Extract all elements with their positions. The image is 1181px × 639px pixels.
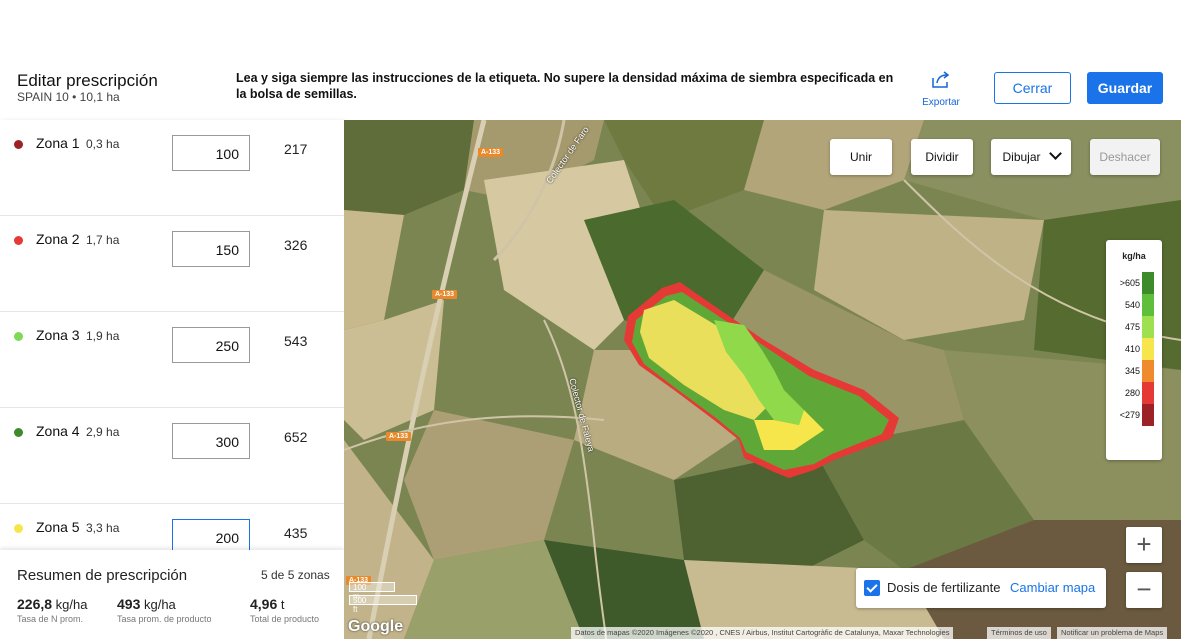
report-problem-link[interactable]: Notificar un problema de Maps xyxy=(1057,627,1168,639)
legend-label: 540 xyxy=(1124,300,1140,310)
zone-rate-input[interactable]: 100 xyxy=(172,135,250,171)
label-notice: Lea y siga siempre las instrucciones de … xyxy=(236,71,894,101)
merge-button[interactable]: Unir xyxy=(830,139,892,175)
close-button[interactable]: Cerrar xyxy=(994,72,1071,104)
legend-item: 475 xyxy=(1106,316,1162,338)
legend-label: 475 xyxy=(1124,322,1140,332)
legend-item: <279 xyxy=(1106,404,1162,426)
legend-item: 540 xyxy=(1106,294,1162,316)
chevron-down-icon xyxy=(1048,147,1062,160)
legend-item: 345 xyxy=(1106,360,1162,382)
zone-name: Zona 3 xyxy=(36,327,80,343)
legend-label: 280 xyxy=(1124,388,1140,398)
road-label: A-133 xyxy=(478,148,504,157)
zone-product-rate: 217 xyxy=(284,141,308,157)
legend-swatch xyxy=(1142,272,1154,294)
zone-area: 2,9 ha xyxy=(86,425,120,439)
stat-label: Tasa de N prom. xyxy=(17,614,84,624)
zone-rate-input[interactable]: 150 xyxy=(172,231,250,267)
page-title: Editar prescripción xyxy=(17,71,158,90)
change-map-link[interactable]: Cambiar mapa xyxy=(1010,580,1095,595)
road-label: A-133 xyxy=(386,432,412,441)
prescription-summary: Resumen de prescripción 5 de 5 zonas 226… xyxy=(0,550,344,639)
header-bar: Editar prescripción SPAIN 10 • 10,1 ha L… xyxy=(0,0,1181,120)
rate-legend: kg/ha >605 540 475 410 345 280 <279 xyxy=(1106,240,1162,460)
satellite-imagery xyxy=(344,120,1181,639)
zone-product-rate: 652 xyxy=(284,429,308,445)
stat-avg-n-rate: 226,8 kg/ha Tasa de N prom. xyxy=(17,596,87,624)
field-subtitle: SPAIN 10 • 10,1 ha xyxy=(17,90,120,104)
zone-color-dot xyxy=(14,524,23,533)
satellite-map[interactable]: A-133 A-133 A-133 A-133 Colector de Faro… xyxy=(344,120,1181,639)
export-button[interactable]: Exportar xyxy=(916,70,966,110)
legend-unit: kg/ha xyxy=(1122,251,1146,261)
layer-toggle-panel: Dosis de fertilizante Cambiar mapa xyxy=(856,568,1106,608)
legend-swatch xyxy=(1142,294,1154,316)
stat-avg-product-rate: 493 kg/ha Tasa prom. de producto xyxy=(117,596,212,624)
legend-item: >605 xyxy=(1106,272,1162,294)
split-button[interactable]: Dividir xyxy=(911,139,973,175)
zone-name: Zona 1 xyxy=(36,135,80,151)
draw-dropdown[interactable]: Dibujar xyxy=(991,139,1071,175)
zone-product-rate: 326 xyxy=(284,237,308,253)
road-label: A-133 xyxy=(432,290,458,299)
legend-swatch xyxy=(1142,316,1154,338)
stat-unit: kg/ha xyxy=(55,597,88,612)
stat-unit: t xyxy=(280,597,285,612)
zone-color-dot xyxy=(14,332,23,341)
stat-total-product: 4,96 t Total de producto xyxy=(250,596,319,624)
zone-name: Zona 4 xyxy=(36,423,80,439)
legend-swatch xyxy=(1142,338,1154,360)
stat-unit: kg/ha xyxy=(143,597,176,612)
legend-item: 410 xyxy=(1106,338,1162,360)
summary-zone-count: 5 de 5 zonas xyxy=(261,568,330,582)
zone-rate-input[interactable]: 300 xyxy=(172,423,250,459)
share-export-icon xyxy=(932,71,950,88)
zoom-in-button[interactable]: + xyxy=(1126,527,1162,563)
terms-link[interactable]: Términos de uso xyxy=(987,627,1051,639)
zone-row-2: Zona 2 1,7 ha 150 326 xyxy=(0,216,344,312)
stat-label: Tasa prom. de producto xyxy=(117,614,212,624)
map-attribution: Datos de mapas ©2020 Imágenes ©2020 , CN… xyxy=(571,627,954,639)
stat-value: 226,8 xyxy=(17,596,53,612)
legend-label: <279 xyxy=(1119,410,1140,420)
legend-label: 410 xyxy=(1124,344,1140,354)
summary-title: Resumen de prescripción xyxy=(17,567,188,584)
legend-swatch xyxy=(1142,404,1154,426)
legend-swatch xyxy=(1142,360,1154,382)
legend-label: 345 xyxy=(1124,366,1140,376)
zone-area: 1,7 ha xyxy=(86,233,120,247)
zone-area: 1,9 ha xyxy=(86,329,120,343)
stat-value: 4,96 xyxy=(250,596,278,612)
zone-product-rate: 435 xyxy=(284,525,308,541)
export-label: Exportar xyxy=(922,97,960,108)
draw-label: Dibujar xyxy=(1002,150,1041,164)
zone-product-rate: 543 xyxy=(284,333,308,349)
zoom-out-button[interactable]: − xyxy=(1126,572,1162,608)
zone-color-dot xyxy=(14,236,23,245)
zone-row-4: Zona 4 2,9 ha 300 652 xyxy=(0,408,344,504)
legend-label: >605 xyxy=(1119,278,1140,288)
legend-item: 280 xyxy=(1106,382,1162,404)
zone-rate-input[interactable]: 250 xyxy=(172,327,250,363)
zone-name: Zona 2 xyxy=(36,231,80,247)
zone-row-1: Zona 1 0,3 ha 100 217 xyxy=(0,120,344,216)
stat-value: 493 xyxy=(117,596,141,612)
save-button[interactable]: Guardar xyxy=(1087,72,1163,104)
zone-area: 0,3 ha xyxy=(86,137,120,151)
zone-color-dot xyxy=(14,140,23,149)
zone-name: Zona 5 xyxy=(36,519,80,535)
layer-toggle-label: Dosis de fertilizante xyxy=(887,580,1001,595)
zone-color-dot xyxy=(14,428,23,437)
google-logo: Google xyxy=(348,618,404,635)
undo-button[interactable]: Deshacer xyxy=(1090,139,1160,175)
stat-label: Total de producto xyxy=(250,614,320,624)
zone-area: 3,3 ha xyxy=(86,521,120,535)
fertilizer-dose-checkbox[interactable] xyxy=(864,580,880,596)
zone-row-3: Zona 3 1,9 ha 250 543 xyxy=(0,312,344,408)
legend-swatch xyxy=(1142,382,1154,404)
